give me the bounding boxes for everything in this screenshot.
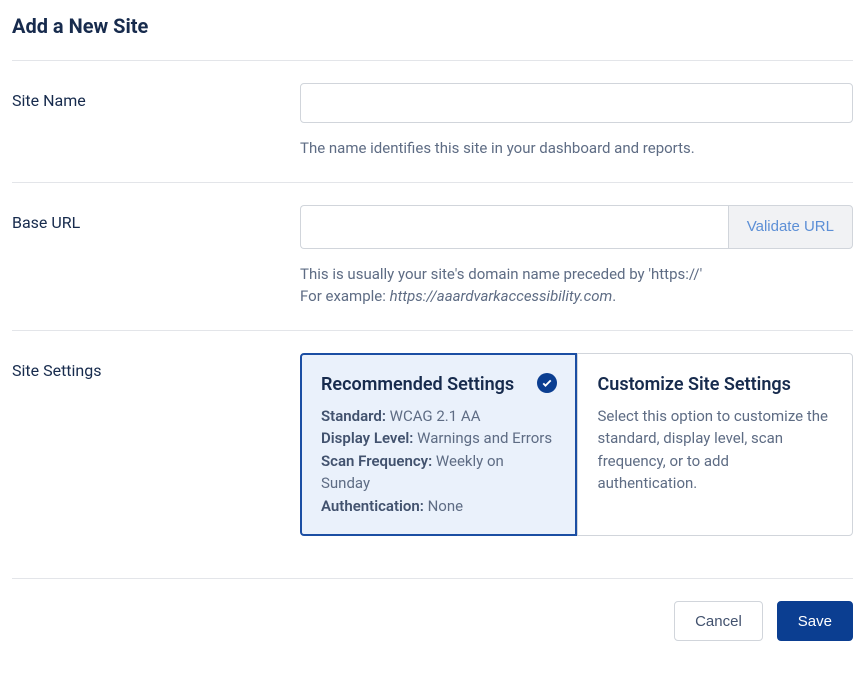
site-settings-row: Site Settings Recommended Settings Stand…	[12, 331, 853, 559]
site-name-help: The name identifies this site in your da…	[300, 137, 853, 160]
base-url-help-example: https://aaardvarkaccessibility.com	[390, 287, 613, 305]
display-level-value: Warnings and Errors	[417, 429, 552, 447]
customize-settings-desc: Select this option to customize the stan…	[598, 405, 833, 495]
authentication-value: None	[428, 497, 464, 515]
recommended-settings-body: Standard: WCAG 2.1 AA Display Level: War…	[321, 405, 556, 518]
customize-settings-title: Customize Site Settings	[598, 372, 833, 397]
base-url-help-line2-suffix: .	[612, 287, 616, 305]
scan-frequency-label: Scan Frequency:	[321, 452, 432, 470]
recommended-settings-card[interactable]: Recommended Settings Standard: WCAG 2.1 …	[300, 353, 577, 537]
base-url-help-line1: This is usually your site's domain name …	[300, 265, 702, 283]
base-url-control: Validate URL This is usually your site's…	[300, 205, 853, 308]
form-actions: Cancel Save	[12, 579, 853, 641]
base-url-help: This is usually your site's domain name …	[300, 263, 853, 308]
site-name-row: Site Name The name identifies this site …	[12, 61, 853, 182]
recommended-settings-title: Recommended Settings	[321, 372, 556, 397]
cancel-button[interactable]: Cancel	[674, 601, 763, 641]
base-url-input-group: Validate URL	[300, 205, 853, 249]
validate-url-button[interactable]: Validate URL	[728, 205, 853, 249]
base-url-label: Base URL	[12, 205, 300, 232]
site-name-label: Site Name	[12, 83, 300, 110]
page-title: Add a New Site	[12, 14, 853, 38]
selected-check-icon	[537, 373, 557, 393]
standard-value: WCAG 2.1 AA	[390, 407, 481, 425]
save-button[interactable]: Save	[777, 601, 853, 641]
base-url-help-line2-prefix: For example:	[300, 287, 390, 305]
authentication-label: Authentication:	[321, 497, 424, 515]
base-url-input[interactable]	[300, 205, 728, 249]
site-settings-label: Site Settings	[12, 353, 300, 380]
site-settings-options: Recommended Settings Standard: WCAG 2.1 …	[300, 353, 853, 537]
site-name-control: The name identifies this site in your da…	[300, 83, 853, 160]
site-name-input[interactable]	[300, 83, 853, 123]
display-level-label: Display Level:	[321, 429, 413, 447]
standard-label: Standard:	[321, 407, 386, 425]
base-url-row: Base URL Validate URL This is usually yo…	[12, 183, 853, 330]
site-settings-control: Recommended Settings Standard: WCAG 2.1 …	[300, 353, 853, 537]
customize-settings-card[interactable]: Customize Site Settings Select this opti…	[577, 353, 854, 537]
